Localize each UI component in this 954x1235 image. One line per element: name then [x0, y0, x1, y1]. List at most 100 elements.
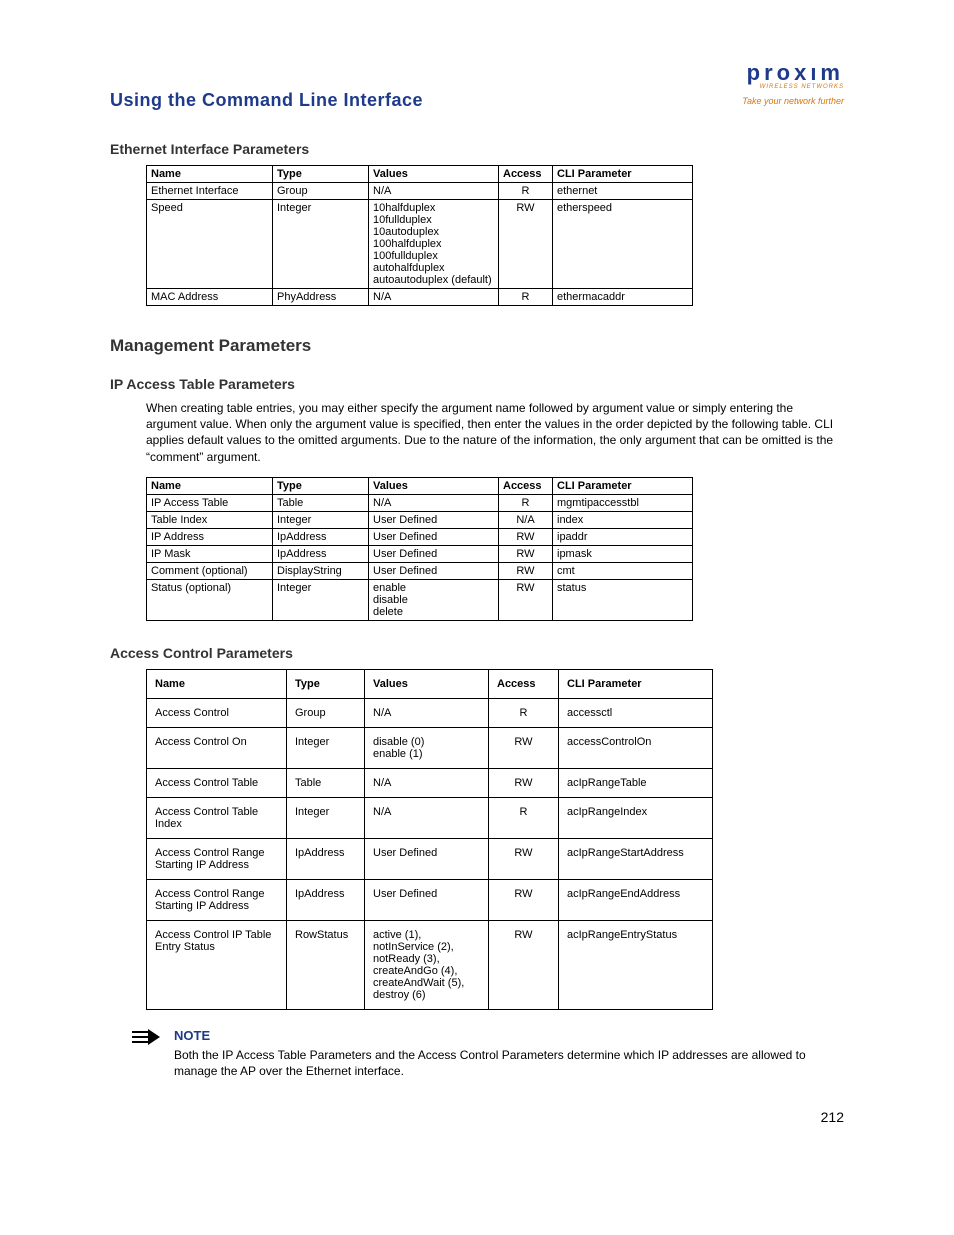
- cell-cli: ipaddr: [553, 528, 693, 545]
- cell-cli: status: [553, 579, 693, 620]
- cell-access: RW: [499, 579, 553, 620]
- cell-type: Group: [287, 698, 365, 727]
- cell-type: Integer: [273, 579, 369, 620]
- cell-name: MAC Address: [147, 289, 273, 306]
- col-cli: CLI Parameter: [553, 166, 693, 183]
- table-ip-access: Name Type Values Access CLI Parameter IP…: [146, 477, 693, 621]
- cell-values: enable disable delete: [369, 579, 499, 620]
- cell-values: User Defined: [369, 528, 499, 545]
- table-row: Access Control IP Table Entry StatusRowS…: [147, 920, 713, 1009]
- heading-ip-access-table-parameters: IP Access Table Parameters: [110, 376, 844, 392]
- cell-cli: acIpRangeEntryStatus: [559, 920, 713, 1009]
- cell-cli: acIpRangeEndAddress: [559, 879, 713, 920]
- cell-name: IP Access Table: [147, 494, 273, 511]
- table-row: IP MaskIpAddressUser DefinedRWipmask: [147, 545, 693, 562]
- cell-values: N/A: [369, 494, 499, 511]
- cell-type: Integer: [287, 797, 365, 838]
- cell-name: Access Control Table Index: [147, 797, 287, 838]
- table-row: Comment (optional)DisplayStringUser Defi…: [147, 562, 693, 579]
- cell-name: Access Control: [147, 698, 287, 727]
- cell-values: User Defined: [365, 838, 489, 879]
- table-row: Access Control Table IndexIntegerN/ARacI…: [147, 797, 713, 838]
- cell-values: disable (0) enable (1): [365, 727, 489, 768]
- heading-management-parameters: Management Parameters: [110, 336, 844, 356]
- col-type: Type: [287, 669, 365, 698]
- note-label: NOTE: [174, 1028, 844, 1043]
- cell-cli: acIpRangeTable: [559, 768, 713, 797]
- cell-cli: mgmtipaccesstbl: [553, 494, 693, 511]
- col-access: Access: [489, 669, 559, 698]
- cell-cli: acIpRangeIndex: [559, 797, 713, 838]
- cell-type: IpAddress: [273, 545, 369, 562]
- cell-type: RowStatus: [287, 920, 365, 1009]
- cell-access: RW: [489, 727, 559, 768]
- cell-values: User Defined: [365, 879, 489, 920]
- table-row: SpeedInteger10halfduplex 10fullduplex 10…: [147, 200, 693, 289]
- cell-access: R: [489, 698, 559, 727]
- cell-access: RW: [499, 562, 553, 579]
- cell-cli: accessControlOn: [559, 727, 713, 768]
- ip-access-intro: When creating table entries, you may eit…: [146, 400, 844, 465]
- col-type: Type: [273, 166, 369, 183]
- col-name: Name: [147, 477, 273, 494]
- tbody-ethernet-interface: Ethernet InterfaceGroupN/ARethernetSpeed…: [147, 183, 693, 306]
- cell-values: 10halfduplex 10fullduplex 10autoduplex 1…: [369, 200, 499, 289]
- col-cli: CLI Parameter: [559, 669, 713, 698]
- cell-access: RW: [489, 838, 559, 879]
- table-row: Access Control OnIntegerdisable (0) enab…: [147, 727, 713, 768]
- cell-access: RW: [489, 920, 559, 1009]
- table-row: Ethernet InterfaceGroupN/ARethernet: [147, 183, 693, 200]
- cell-access: R: [499, 494, 553, 511]
- cell-access: RW: [499, 528, 553, 545]
- table-row: Table IndexIntegerUser DefinedN/Aindex: [147, 511, 693, 528]
- col-values: Values: [369, 477, 499, 494]
- brand-tagline: Take your network further: [742, 96, 844, 106]
- cell-type: IpAddress: [273, 528, 369, 545]
- cell-values: User Defined: [369, 562, 499, 579]
- table-row: MAC AddressPhyAddressN/ARethermacaddr: [147, 289, 693, 306]
- cell-values: User Defined: [369, 545, 499, 562]
- cell-name: Ethernet Interface: [147, 183, 273, 200]
- cell-cli: acIpRangeStartAddress: [559, 838, 713, 879]
- cell-name: Access Control IP Table Entry Status: [147, 920, 287, 1009]
- cell-access: RW: [499, 200, 553, 289]
- cell-access: RW: [489, 768, 559, 797]
- cell-type: IpAddress: [287, 838, 365, 879]
- cell-access: R: [499, 289, 553, 306]
- cell-name: Access Control Table: [147, 768, 287, 797]
- cell-values: N/A: [365, 797, 489, 838]
- cell-access: RW: [489, 879, 559, 920]
- table-access-control: Name Type Values Access CLI Parameter Ac…: [146, 669, 713, 1010]
- cell-name: Comment (optional): [147, 562, 273, 579]
- col-access: Access: [499, 477, 553, 494]
- tbody-access-control: Access ControlGroupN/ARaccessctlAccess C…: [147, 698, 713, 1009]
- table-ethernet-interface: Name Type Values Access CLI Parameter Et…: [146, 165, 693, 306]
- cell-name: Access Control Range Starting IP Address: [147, 879, 287, 920]
- brand-block: proxım WIRELESS NETWORKS Take your netwo…: [742, 60, 844, 106]
- cell-cli: accessctl: [559, 698, 713, 727]
- cell-values: User Defined: [369, 511, 499, 528]
- table-row: Access ControlGroupN/ARaccessctl: [147, 698, 713, 727]
- cell-type: Integer: [273, 200, 369, 289]
- table-row: IP Access TableTableN/ARmgmtipaccesstbl: [147, 494, 693, 511]
- cell-values: N/A: [369, 289, 499, 306]
- brand-logo: proxım: [742, 60, 844, 86]
- cell-values: N/A: [365, 768, 489, 797]
- cell-type: Integer: [287, 727, 365, 768]
- cell-name: Access Control Range Starting IP Address: [147, 838, 287, 879]
- table-header-row: Name Type Values Access CLI Parameter: [147, 669, 713, 698]
- table-header-row: Name Type Values Access CLI Parameter: [147, 166, 693, 183]
- tbody-ip-access: IP Access TableTableN/ARmgmtipaccesstblT…: [147, 494, 693, 620]
- heading-ethernet-interface-parameters: Ethernet Interface Parameters: [110, 141, 844, 157]
- table-row: Status (optional)Integerenable disable d…: [147, 579, 693, 620]
- cell-cli: ethernet: [553, 183, 693, 200]
- cell-name: Access Control On: [147, 727, 287, 768]
- cell-values: N/A: [365, 698, 489, 727]
- cell-cli: ipmask: [553, 545, 693, 562]
- cell-name: IP Address: [147, 528, 273, 545]
- note-content: NOTE Both the IP Access Table Parameters…: [174, 1028, 844, 1079]
- col-name: Name: [147, 166, 273, 183]
- col-cli: CLI Parameter: [553, 477, 693, 494]
- cell-name: Table Index: [147, 511, 273, 528]
- table-row: IP AddressIpAddressUser DefinedRWipaddr: [147, 528, 693, 545]
